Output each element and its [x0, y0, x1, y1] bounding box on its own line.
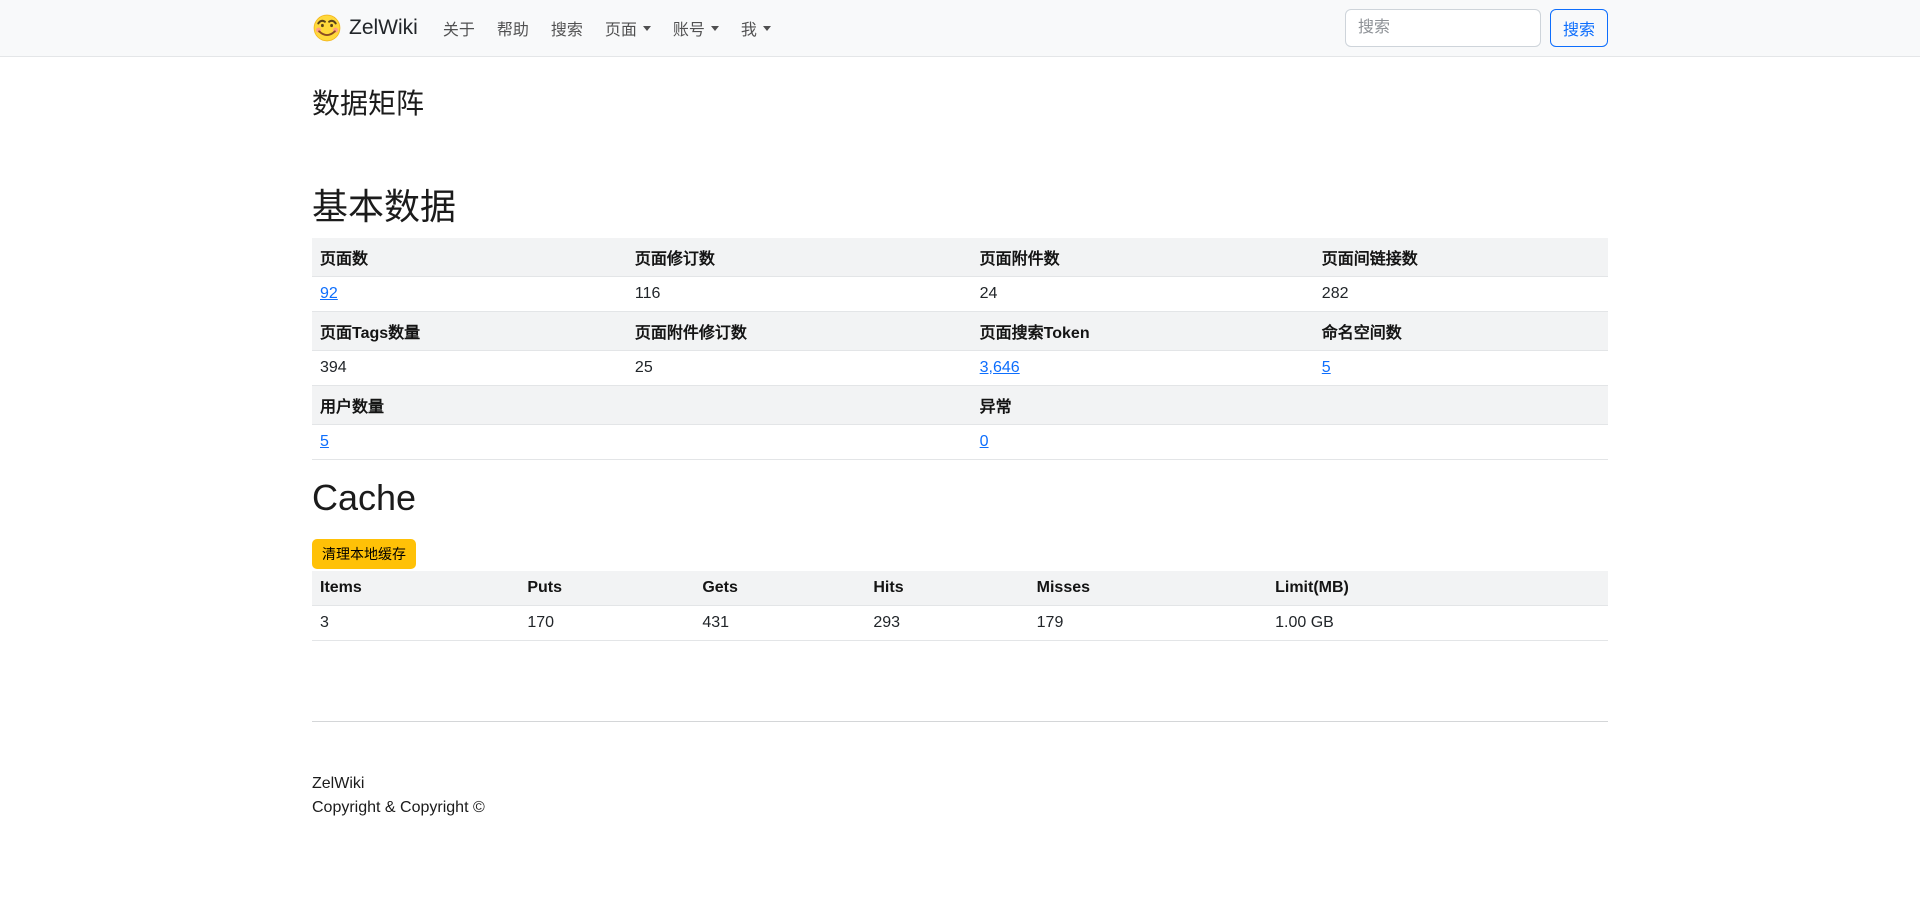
page-title: 数据矩阵 — [312, 87, 1608, 121]
nav-item-account-dropdown[interactable]: 账号 — [662, 8, 730, 48]
cache-value-cell: 3 — [312, 606, 519, 641]
cache-value-cell: 431 — [694, 606, 865, 641]
stat-value-cell: 394 — [312, 350, 627, 385]
stat-header-cell: 异常 — [972, 385, 1608, 424]
cache-header-cell: Limit(MB) — [1267, 571, 1608, 606]
cache-value-cell: 179 — [1029, 606, 1267, 641]
cache-header-cell: Hits — [865, 571, 1028, 606]
stat-value-cell: 5 — [312, 424, 972, 459]
nav-item-label: 账号 — [673, 16, 705, 40]
stat-value-cell: 5 — [1314, 350, 1608, 385]
table-row: 394 25 3,646 5 — [312, 350, 1608, 385]
stat-link-pages[interactable]: 92 — [320, 285, 338, 302]
smiley-logo-icon — [312, 13, 342, 43]
table-header-row: 页面Tags数量 页面附件修订数 页面搜索Token 命名空间数 — [312, 311, 1608, 350]
table-header-row: Items Puts Gets Hits Misses Limit(MB) — [312, 571, 1608, 606]
navbar: ZelWiki 关于 帮助 搜索 页面 账号 我 搜索 — [0, 0, 1920, 57]
stat-link-namespaces[interactable]: 5 — [1322, 359, 1331, 376]
stat-link-exceptions[interactable]: 0 — [980, 433, 989, 450]
table-header-row: 页面数 页面修订数 页面附件数 页面间链接数 — [312, 238, 1608, 277]
clear-local-cache-button[interactable]: 清理本地缓存 — [312, 539, 416, 569]
stat-value-cell: 25 — [627, 350, 972, 385]
cache-header-cell: Puts — [519, 571, 694, 606]
chevron-down-icon — [763, 26, 771, 31]
stat-value-cell: 0 — [972, 424, 1608, 459]
stat-header-cell: 页面附件修订数 — [627, 311, 972, 350]
footer-divider — [312, 721, 1608, 722]
chevron-down-icon — [643, 26, 651, 31]
navbar-brand[interactable]: ZelWiki — [312, 13, 418, 43]
stat-value-cell: 3,646 — [972, 350, 1314, 385]
cache-value-cell: 293 — [865, 606, 1028, 641]
nav-item-label: 搜索 — [551, 16, 583, 40]
nav-item-label: 我 — [741, 16, 757, 40]
cache-value-cell: 1.00 GB — [1267, 606, 1608, 641]
footer-brand: ZelWiki — [312, 772, 1608, 796]
nav-item-help[interactable]: 帮助 — [486, 8, 540, 48]
table-row: 92 116 24 282 — [312, 276, 1608, 311]
cache-header-cell: Items — [312, 571, 519, 606]
chevron-down-icon — [711, 26, 719, 31]
stat-header-cell: 页面间链接数 — [1314, 238, 1608, 277]
footer-copyright: Copyright & Copyright © — [312, 796, 1608, 820]
basic-data-table: 页面数 页面修订数 页面附件数 页面间链接数 92 116 24 282 页面T… — [312, 238, 1608, 460]
table-row: 3 170 431 293 179 1.00 GB — [312, 606, 1608, 641]
basic-data-heading: 基本数据 — [312, 185, 1608, 228]
nav-item-me-dropdown[interactable]: 我 — [730, 8, 782, 48]
nav-item-search[interactable]: 搜索 — [540, 8, 594, 48]
stat-header-cell: 页面附件数 — [972, 238, 1314, 277]
cache-value-cell: 170 — [519, 606, 694, 641]
nav-item-label: 关于 — [443, 16, 475, 40]
cache-heading: Cache — [312, 476, 1608, 519]
search-input[interactable] — [1345, 9, 1541, 47]
navbar-search-form: 搜索 — [1345, 9, 1608, 47]
cache-header-cell: Misses — [1029, 571, 1267, 606]
cache-header-cell: Gets — [694, 571, 865, 606]
nav-item-label: 帮助 — [497, 16, 529, 40]
table-row: 5 0 — [312, 424, 1608, 459]
cache-table: Items Puts Gets Hits Misses Limit(MB) 3 … — [312, 571, 1608, 642]
stat-header-cell: 页面数 — [312, 238, 627, 277]
search-submit-button[interactable]: 搜索 — [1550, 9, 1608, 47]
stat-header-cell: 命名空间数 — [1314, 311, 1608, 350]
stat-value-cell: 24 — [972, 276, 1314, 311]
main-nav: 关于 帮助 搜索 页面 账号 我 — [432, 8, 782, 48]
brand-text: ZelWiki — [349, 16, 418, 40]
stat-header-cell: 页面搜索Token — [972, 311, 1314, 350]
stat-header-cell: 用户数量 — [312, 385, 972, 424]
stat-header-cell: 页面修订数 — [627, 238, 972, 277]
stat-link-users[interactable]: 5 — [320, 433, 329, 450]
stat-header-cell: 页面Tags数量 — [312, 311, 627, 350]
footer: ZelWiki Copyright & Copyright © — [312, 772, 1608, 820]
stat-value-cell: 282 — [1314, 276, 1608, 311]
table-header-row: 用户数量 异常 — [312, 385, 1608, 424]
nav-item-about[interactable]: 关于 — [432, 8, 486, 48]
nav-item-pages-dropdown[interactable]: 页面 — [594, 8, 662, 48]
stat-value-cell: 92 — [312, 276, 627, 311]
stat-link-search-tokens[interactable]: 3,646 — [980, 359, 1020, 376]
stat-value-cell: 116 — [627, 276, 972, 311]
nav-item-label: 页面 — [605, 16, 637, 40]
